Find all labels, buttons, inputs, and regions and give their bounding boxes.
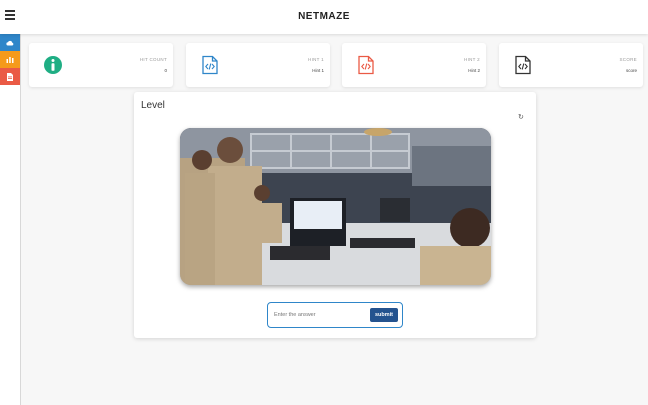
- hint-2-value: Hint 2: [468, 68, 480, 73]
- score-card: SCORE score: [499, 43, 643, 87]
- hint-1-label: HINT 1: [308, 57, 324, 62]
- hint-2-card[interactable]: HINT 2 Hint 2: [342, 43, 486, 87]
- hit-count-value: 0: [164, 68, 167, 73]
- code-file-icon: [358, 55, 374, 75]
- answer-form: submit: [267, 302, 403, 328]
- hit-count-card: HIT COUNT 0: [29, 43, 173, 87]
- refresh-icon[interactable]: ↻: [518, 114, 526, 122]
- top-navbar: NETMAZE: [0, 0, 648, 34]
- score-value: score: [625, 68, 637, 73]
- hint-2-label: HINT 2: [464, 57, 480, 62]
- file-icon: [7, 72, 13, 81]
- level-title: Level: [141, 100, 165, 111]
- chart-icon: [6, 57, 14, 63]
- photo-illustration: [180, 128, 491, 285]
- hit-count-label: HIT COUNT: [139, 57, 167, 62]
- control-room-photo: [180, 128, 491, 285]
- code-file-icon: [202, 55, 218, 75]
- sidebar-item-chart[interactable]: [0, 51, 20, 68]
- level-panel: Level ↻ Enter the answer submit: [134, 92, 536, 338]
- info-icon: [44, 56, 62, 74]
- hint-1-card[interactable]: HINT 1 Hint 1: [186, 43, 330, 87]
- score-label: SCORE: [619, 57, 637, 62]
- sidebar-item-file[interactable]: [0, 68, 20, 85]
- code-file-icon: [515, 55, 531, 75]
- cloud-icon: [6, 40, 14, 45]
- answer-input[interactable]: [274, 309, 364, 321]
- sidebar: [0, 34, 21, 405]
- main-content: HIT COUNT 0 HINT 1 Hint 1 HINT 2 Hint 2 …: [21, 34, 648, 405]
- submit-button[interactable]: submit: [370, 308, 398, 322]
- sidebar-item-cloud[interactable]: [0, 34, 20, 51]
- hint-1-value: Hint 1: [312, 68, 324, 73]
- app-title: NETMAZE: [298, 11, 350, 22]
